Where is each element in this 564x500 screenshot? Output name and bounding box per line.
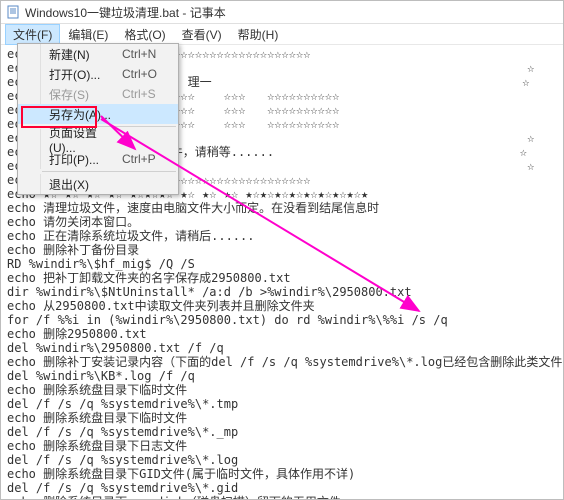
file-menu-item-0[interactable]: 新建(N)Ctrl+N: [18, 44, 178, 64]
file-menu-item-8[interactable]: 退出(X): [18, 174, 178, 194]
text-line: echo 删除2950800.txt: [7, 327, 557, 341]
text-line: for /f %%i in (%windir%\2950800.txt) do …: [7, 313, 557, 327]
text-line: del %windir%\KB*.log /f /q: [7, 369, 557, 383]
text-line: RD %windir%\$hf_mig$ /Q /S: [7, 257, 557, 271]
menu-format[interactable]: 格式(O): [116, 24, 173, 45]
menu-item-label: 新建(N): [41, 46, 122, 63]
file-menu-item-3[interactable]: 另存为(A)...: [18, 104, 178, 124]
menu-item-label: 退出(X): [41, 176, 122, 193]
menu-item-label: 另存为(A)...: [41, 106, 122, 123]
text-line: del /f /s /q %systemdrive%\*._mp: [7, 425, 557, 439]
file-menu-item-1[interactable]: 打开(O)...Ctrl+O: [18, 64, 178, 84]
menu-help[interactable]: 帮助(H): [230, 24, 287, 45]
text-line: echo 正在清除系统垃圾文件，请稍后......: [7, 229, 557, 243]
menu-edit[interactable]: 编辑(E): [60, 24, 116, 45]
text-line: echo 从2950800.txt中读取文件夹列表并且删除文件夹: [7, 299, 557, 313]
menu-item-iconcol: [18, 129, 41, 149]
menu-view[interactable]: 查看(V): [174, 24, 230, 45]
titlebar: Windows10一键垃圾清理.bat - 记事本: [1, 1, 563, 24]
menu-item-iconcol: [18, 149, 41, 169]
menu-item-iconcol: [18, 104, 41, 124]
text-line: echo 删除系统盘目录下日志文件: [7, 439, 557, 453]
text-line: echo 删除系统盘目录下GID文件(属于临时文件，具体作用不详): [7, 467, 557, 481]
menu-item-shortcut: Ctrl+N: [122, 47, 178, 61]
menu-item-shortcut: Ctrl+S: [122, 87, 178, 101]
menu-item-iconcol: [18, 64, 41, 84]
menu-item-label: 保存(S): [41, 86, 122, 103]
menu-item-iconcol: [18, 44, 41, 64]
text-line: echo 删除系统目录下scandisk（磁盘扫描）留下的无用文件: [7, 495, 557, 499]
text-line: echo 请勿关闭本窗口。: [7, 215, 557, 229]
text-line: dir %windir%\$NtUninstall* /a:d /b >%win…: [7, 285, 557, 299]
menubar: 文件(F) 编辑(E) 格式(O) 查看(V) 帮助(H): [1, 24, 563, 45]
text-line: echo 把补丁卸载文件夹的名字保存成2950800.txt: [7, 271, 557, 285]
file-dropdown: 新建(N)Ctrl+N打开(O)...Ctrl+O保存(S)Ctrl+S另存为(…: [17, 43, 179, 195]
window-title: Windows10一键垃圾清理.bat - 记事本: [25, 4, 226, 21]
menu-item-iconcol: [18, 84, 41, 104]
menu-item-iconcol: [18, 174, 41, 194]
text-line: echo 删除补丁备份目录: [7, 243, 557, 257]
notepad-icon: [7, 5, 21, 19]
file-menu-item-2: 保存(S)Ctrl+S: [18, 84, 178, 104]
text-line: echo 清理垃圾文件，速度由电脑文件大小而定。在没看到结尾信息时: [7, 201, 557, 215]
menu-item-label: 打开(O)...: [41, 66, 122, 83]
text-line: echo 删除系统盘目录下临时文件: [7, 383, 557, 397]
text-line: echo 删除系统盘目录下临时文件: [7, 411, 557, 425]
file-menu-item-5[interactable]: 页面设置(U)...: [18, 129, 178, 149]
text-line: del /f /s /q %systemdrive%\*.gid: [7, 481, 557, 495]
text-line: del /f /s /q %systemdrive%\*.tmp: [7, 397, 557, 411]
text-line: del /f /s /q %systemdrive%\*.log: [7, 453, 557, 467]
menu-item-shortcut: Ctrl+P: [122, 152, 178, 166]
menu-separator: [42, 171, 176, 172]
notepad-window: Windows10一键垃圾清理.bat - 记事本 文件(F) 编辑(E) 格式…: [0, 0, 564, 500]
menu-file[interactable]: 文件(F): [5, 24, 60, 45]
menu-item-shortcut: Ctrl+O: [122, 67, 178, 81]
menu-item-label: 打印(P)...: [41, 151, 122, 168]
file-menu-item-6[interactable]: 打印(P)...Ctrl+P: [18, 149, 178, 169]
text-line: del %windir%\2950800.txt /f /q: [7, 341, 557, 355]
text-line: echo 删除补丁安装记录内容（下面的del /f /s /q %systemd…: [7, 355, 557, 369]
